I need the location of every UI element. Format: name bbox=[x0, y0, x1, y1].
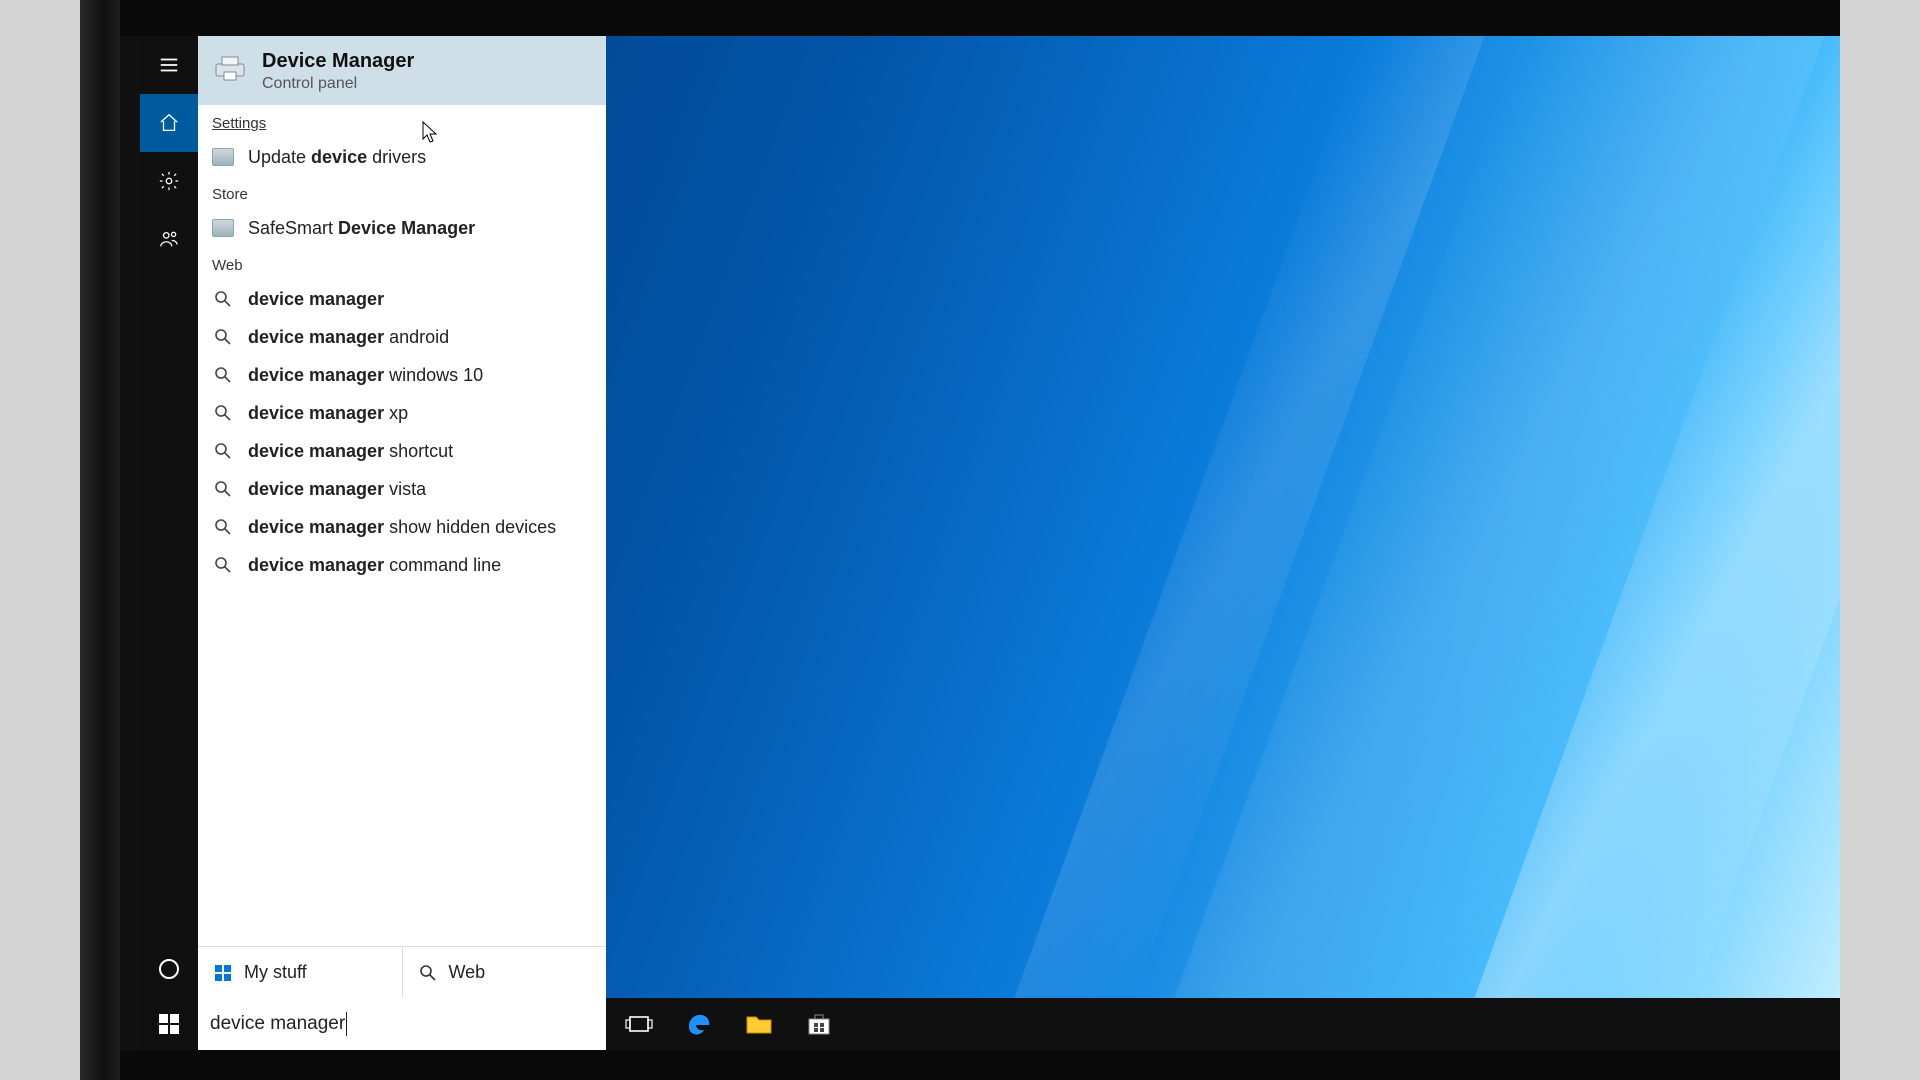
task-view-icon bbox=[624, 1009, 654, 1039]
section-settings-label[interactable]: Settings bbox=[198, 105, 606, 138]
search-icon bbox=[212, 440, 234, 462]
wallpaper-streak bbox=[995, 36, 1484, 1050]
best-match-result[interactable]: Device Manager Control panel bbox=[198, 36, 606, 105]
cortana-button[interactable] bbox=[140, 940, 198, 998]
people-icon bbox=[158, 228, 180, 250]
driver-update-icon bbox=[212, 146, 234, 168]
search-icon bbox=[212, 554, 234, 576]
search-results-panel: Device Manager Control panel Settings Up… bbox=[198, 36, 606, 998]
web-result[interactable]: device manager bbox=[198, 280, 606, 318]
search-icon bbox=[212, 478, 234, 500]
best-match-subtitle: Control panel bbox=[262, 75, 414, 93]
file-explorer-button[interactable] bbox=[744, 1009, 774, 1039]
section-web-label: Web bbox=[198, 247, 606, 280]
search-icon bbox=[419, 964, 437, 982]
windows-logo-icon bbox=[214, 964, 232, 982]
web-result[interactable]: device manager vista bbox=[198, 470, 606, 508]
settings-result[interactable]: Update device drivers bbox=[198, 138, 606, 176]
web-result-text: device manager vista bbox=[248, 479, 426, 500]
monitor-bezel-bottom bbox=[120, 1050, 1840, 1080]
folder-icon bbox=[744, 1009, 774, 1039]
monitor-frame: Device Manager Control panel Settings Up… bbox=[80, 0, 1840, 1080]
monitor-bezel-left bbox=[80, 0, 120, 1080]
web-result[interactable]: device manager command line bbox=[198, 546, 606, 584]
search-icon bbox=[212, 402, 234, 424]
web-result-text: device manager show hidden devices bbox=[248, 517, 556, 538]
monitor-bezel-top bbox=[120, 0, 1840, 36]
store-icon bbox=[804, 1009, 834, 1039]
settings-result-text: Update device drivers bbox=[248, 147, 426, 168]
store-button[interactable] bbox=[804, 1009, 834, 1039]
taskbar: device manager bbox=[140, 998, 1840, 1050]
filter-web-label: Web bbox=[449, 962, 486, 983]
task-view-button[interactable] bbox=[624, 1009, 654, 1039]
best-match-title: Device Manager bbox=[262, 50, 414, 73]
store-result-text: SafeSmart Device Manager bbox=[248, 218, 475, 239]
cortana-icon bbox=[157, 957, 181, 981]
web-result[interactable]: device manager xp bbox=[198, 394, 606, 432]
web-result-text: device manager command line bbox=[248, 555, 501, 576]
web-result-text: device manager android bbox=[248, 327, 449, 348]
search-icon bbox=[212, 326, 234, 348]
hamburger-button[interactable] bbox=[140, 36, 198, 94]
section-store-label: Store bbox=[198, 176, 606, 209]
settings-button[interactable] bbox=[140, 152, 198, 210]
edge-icon bbox=[684, 1009, 714, 1039]
taskbar-pinned-apps bbox=[624, 1009, 834, 1039]
web-result[interactable]: device manager shortcut bbox=[198, 432, 606, 470]
desktop-screen[interactable]: Device Manager Control panel Settings Up… bbox=[140, 36, 1840, 1050]
web-result[interactable]: device manager android bbox=[198, 318, 606, 356]
search-input-text: device manager bbox=[210, 1013, 345, 1035]
hamburger-icon bbox=[158, 54, 180, 76]
search-input[interactable]: device manager bbox=[198, 998, 606, 1050]
gear-icon bbox=[158, 170, 180, 192]
text-caret bbox=[346, 1012, 347, 1036]
web-result-text: device manager xp bbox=[248, 403, 408, 424]
store-result[interactable]: SafeSmart Device Manager bbox=[198, 209, 606, 247]
start-sidebar bbox=[140, 36, 198, 998]
search-filter-row: My stuff Web bbox=[198, 946, 606, 998]
windows-logo-icon bbox=[158, 1013, 180, 1035]
feedback-button[interactable] bbox=[140, 210, 198, 268]
web-result[interactable]: device manager show hidden devices bbox=[198, 508, 606, 546]
stage: Device Manager Control panel Settings Up… bbox=[0, 0, 1920, 1080]
web-result[interactable]: device manager windows 10 bbox=[198, 356, 606, 394]
store-app-icon bbox=[212, 217, 234, 239]
web-result-text: device manager bbox=[248, 289, 384, 310]
home-button[interactable] bbox=[140, 94, 198, 152]
search-icon bbox=[212, 288, 234, 310]
device-manager-icon bbox=[212, 50, 248, 86]
search-icon bbox=[212, 364, 234, 386]
web-result-text: device manager shortcut bbox=[248, 441, 453, 462]
search-icon bbox=[212, 516, 234, 538]
start-button[interactable] bbox=[140, 998, 198, 1050]
wallpaper-streak bbox=[1155, 36, 1824, 1050]
home-icon bbox=[158, 112, 180, 134]
web-result-text: device manager windows 10 bbox=[248, 365, 483, 386]
filter-web[interactable]: Web bbox=[402, 947, 607, 998]
filter-my-stuff-label: My stuff bbox=[244, 962, 307, 983]
filter-my-stuff[interactable]: My stuff bbox=[198, 947, 402, 998]
edge-browser-button[interactable] bbox=[684, 1009, 714, 1039]
wallpaper-streak bbox=[1455, 36, 1840, 1050]
